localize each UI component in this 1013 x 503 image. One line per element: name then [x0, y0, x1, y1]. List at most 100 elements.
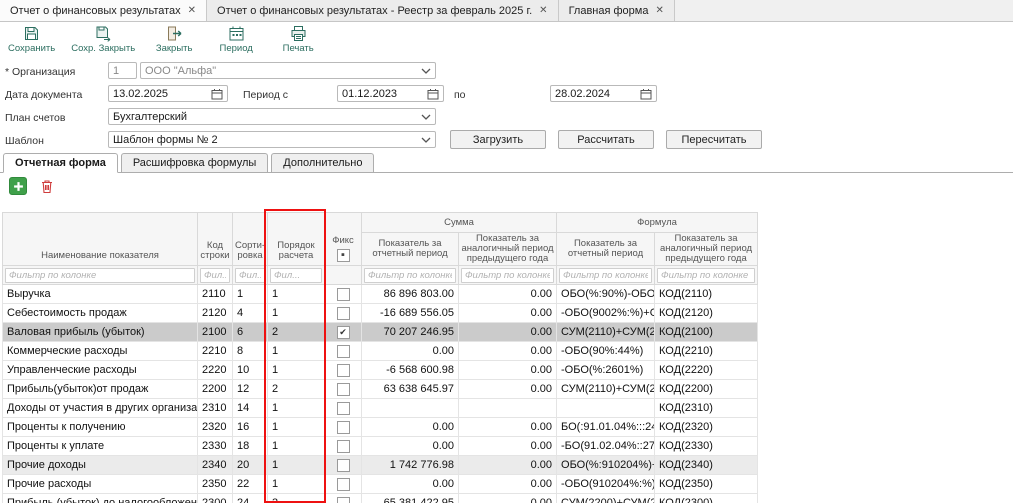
sort-cell[interactable]: 6 [233, 323, 268, 342]
checkbox-checked[interactable]: ✔ [337, 326, 350, 339]
indicator-name-cell[interactable]: Прибыль(убыток)от продаж [3, 380, 198, 399]
formula-report-cell[interactable]: СУМ(2200)+СУМ(23... [557, 494, 655, 503]
period-from-field[interactable]: 01.12.2023 [337, 85, 444, 102]
sort-cell[interactable]: 22 [233, 475, 268, 494]
fix-checkbox-cell[interactable] [325, 475, 362, 494]
recalculate-button[interactable]: Пересчитать [666, 130, 762, 149]
sum-prev-cell[interactable]: 0.00 [459, 418, 557, 437]
formula-prev-cell[interactable]: КОД(2110) [655, 285, 758, 304]
table-row[interactable]: Прочие расходы23502210.000.00-ОБО(910204… [3, 475, 758, 494]
delete-row-button[interactable] [38, 177, 56, 195]
calendar-icon[interactable] [427, 88, 439, 100]
chevron-down-icon[interactable] [421, 137, 431, 143]
add-row-button[interactable] [9, 177, 27, 195]
sum-prev-cell[interactable]: 0.00 [459, 361, 557, 380]
calc-order-cell[interactable]: 1 [268, 361, 325, 380]
checkbox-unchecked[interactable] [337, 307, 350, 320]
col-header-calc-order[interactable]: Порядок расчета [268, 213, 325, 266]
formula-prev-cell[interactable]: КОД(2210) [655, 342, 758, 361]
calc-order-cell[interactable]: 1 [268, 285, 325, 304]
filter-input-order[interactable] [270, 268, 322, 283]
window-tab-register[interactable]: Отчет о финансовых результатах - Реестр … [207, 0, 559, 21]
formula-report-cell[interactable]: ОБО(%:910204%)+О... [557, 456, 655, 475]
fix-checkbox-cell[interactable] [325, 304, 362, 323]
table-row[interactable]: Доходы от участия в других организаци...… [3, 399, 758, 418]
sum-prev-cell[interactable]: 0.00 [459, 323, 557, 342]
filter-input-sort[interactable] [235, 268, 265, 283]
table-row[interactable]: Прибыль(убыток)от продаж220012263 638 64… [3, 380, 758, 399]
fix-checkbox-cell[interactable] [325, 380, 362, 399]
checkbox-unchecked[interactable] [337, 440, 350, 453]
indicator-name-cell[interactable]: Прибыль (убыток) до налогообложения [3, 494, 198, 503]
indicator-name-cell[interactable]: Доходы от участия в других организаци... [3, 399, 198, 418]
formula-report-cell[interactable]: -ОБО(9002%:%)+ОБ... [557, 304, 655, 323]
fix-checkbox-cell[interactable] [325, 285, 362, 304]
row-code-cell[interactable]: 2320 [198, 418, 233, 437]
table-row[interactable]: Выручка21101186 896 803.000.00ОБО(%:90%)… [3, 285, 758, 304]
period-to-field[interactable]: 28.02.2024 [550, 85, 657, 102]
sum-prev-cell[interactable]: 0.00 [459, 494, 557, 503]
filter-input-formula-prev[interactable] [657, 268, 755, 283]
sum-prev-cell[interactable]: 0.00 [459, 342, 557, 361]
indicator-name-cell[interactable]: Прочие доходы [3, 456, 198, 475]
formula-prev-cell[interactable]: КОД(2100) [655, 323, 758, 342]
row-code-cell[interactable]: 2300 [198, 494, 233, 503]
formula-prev-cell[interactable]: КОД(2300) [655, 494, 758, 503]
row-code-cell[interactable]: 2330 [198, 437, 233, 456]
filter-input-sum-prev[interactable] [461, 268, 554, 283]
document-date-field[interactable]: 13.02.2025 [108, 85, 228, 102]
load-button[interactable]: Загрузить [450, 130, 546, 149]
col-header-indicator-name[interactable]: Наименование показателя [3, 213, 198, 266]
col-header-fix[interactable]: Фикс ▪ [325, 213, 362, 266]
table-row[interactable]: Проценты к уплате23301810.000.00-БО(91.0… [3, 437, 758, 456]
tab-close-icon[interactable]: ✕ [539, 5, 547, 16]
indicator-name-cell[interactable]: Проценты к уплате [3, 437, 198, 456]
table-row[interactable]: Управленческие расходы2220101-6 568 600.… [3, 361, 758, 380]
sum-report-cell[interactable]: 0.00 [362, 418, 459, 437]
calc-order-cell[interactable]: 1 [268, 475, 325, 494]
fix-checkbox-cell[interactable] [325, 456, 362, 475]
sum-report-cell[interactable]: 70 207 246.95 [362, 323, 459, 342]
col-header-formula-report-period[interactable]: Показатель за отчетный период [557, 233, 655, 266]
print-button[interactable]: Печать [275, 25, 321, 54]
formula-prev-cell[interactable]: КОД(2350) [655, 475, 758, 494]
save-button[interactable]: Сохранить [8, 25, 55, 54]
fix-checkbox-cell[interactable] [325, 361, 362, 380]
sort-cell[interactable]: 18 [233, 437, 268, 456]
formula-prev-cell[interactable]: КОД(2310) [655, 399, 758, 418]
formula-report-cell[interactable]: СУМ(2110)+СУМ(21... [557, 380, 655, 399]
indicator-name-cell[interactable]: Управленческие расходы [3, 361, 198, 380]
formula-report-cell[interactable]: СУМ(2110)+СУМ(21... [557, 323, 655, 342]
tab-close-icon[interactable]: ✕ [655, 5, 663, 16]
formula-prev-cell[interactable]: КОД(2220) [655, 361, 758, 380]
sum-report-cell[interactable]: 0.00 [362, 475, 459, 494]
row-code-cell[interactable]: 2100 [198, 323, 233, 342]
col-header-row-code[interactable]: Код строки [198, 213, 233, 266]
tab-report-form[interactable]: Отчетная форма [3, 153, 118, 173]
formula-prev-cell[interactable]: КОД(2320) [655, 418, 758, 437]
col-header-sum-report-period[interactable]: Показатель за отчетный период [362, 233, 459, 266]
checkbox-unchecked[interactable] [337, 364, 350, 377]
sort-cell[interactable]: 16 [233, 418, 268, 437]
calc-order-cell[interactable]: 1 [268, 304, 325, 323]
calendar-icon[interactable] [211, 88, 223, 100]
sort-cell[interactable]: 10 [233, 361, 268, 380]
sum-report-cell[interactable]: 86 896 803.00 [362, 285, 459, 304]
checkbox-unchecked[interactable] [337, 402, 350, 415]
row-code-cell[interactable]: 2350 [198, 475, 233, 494]
col-header-formula-prev-period[interactable]: Показатель за аналогичный период предыду… [655, 233, 758, 266]
formula-report-cell[interactable]: -ОБО(910204%:%)-С... [557, 475, 655, 494]
indicator-name-cell[interactable]: Проценты к получению [3, 418, 198, 437]
table-row[interactable]: Себестоимость продаж212041-16 689 556.05… [3, 304, 758, 323]
formula-report-cell[interactable]: ОБО(%:90%)-ОБО(9... [557, 285, 655, 304]
col-header-sort[interactable]: Сорти-ровка [233, 213, 268, 266]
calc-order-cell[interactable]: 1 [268, 418, 325, 437]
formula-prev-cell[interactable]: КОД(2120) [655, 304, 758, 323]
chevron-down-icon[interactable] [421, 114, 431, 120]
row-code-cell[interactable]: 2210 [198, 342, 233, 361]
tab-formula-decryption[interactable]: Расшифровка формулы [121, 153, 268, 172]
calc-order-cell[interactable]: 1 [268, 342, 325, 361]
table-row[interactable]: Коммерческие расходы2210810.000.00-ОБО(9… [3, 342, 758, 361]
close-button[interactable]: Закрыть [151, 25, 197, 54]
save-close-button[interactable]: Сохр. Закрыть [71, 25, 135, 54]
